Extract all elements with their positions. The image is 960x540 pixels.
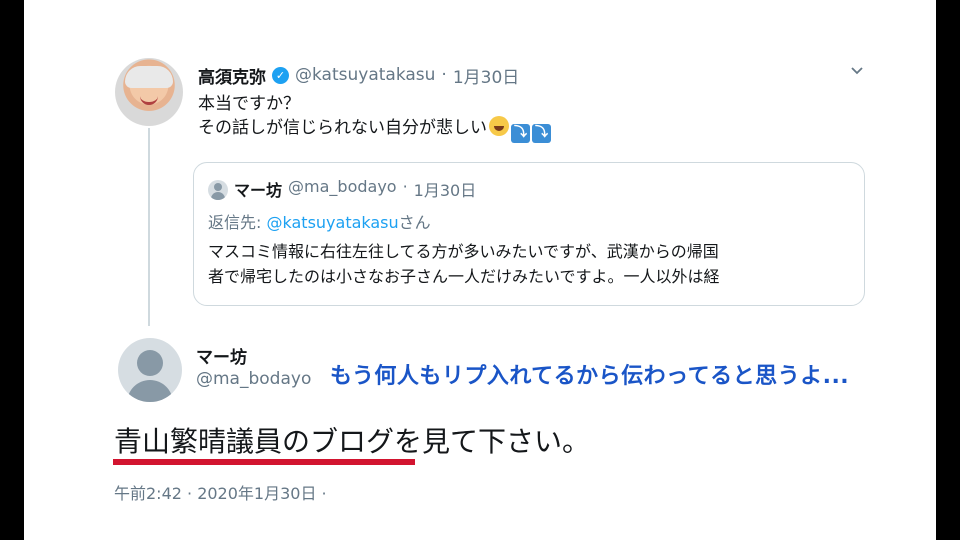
separator-dot: ·: [441, 65, 447, 85]
tweet-screenshot-frame: 高須克弥 ✓ @katsuyatakasu · 1月30日 本当ですか？ その話…: [24, 0, 936, 540]
user-handle[interactable]: @katsuyatakasu: [295, 65, 435, 85]
reply-prefix: 返信先:: [208, 213, 262, 232]
overlay-caption: もう何人もリプ入れてるから伝わってると思うよ...: [330, 364, 850, 389]
crying-face-emoji-icon: [489, 116, 509, 136]
separator-dot: ·: [402, 177, 408, 196]
original-tweet-text: 本当ですか？ その話しが信じられない自分が悲しい ⤵ ⤵: [198, 92, 551, 143]
quoted-tweet-header: マー坊 @ma_bodayo · 1月30日: [234, 177, 476, 201]
quoted-date: 1月30日: [413, 181, 477, 200]
display-name[interactable]: 高須克弥: [198, 63, 266, 88]
arrow-emoji-icon: ⤵: [532, 123, 551, 143]
reply-display-name[interactable]: マー坊: [196, 343, 247, 368]
reply-tweet-text: 青山繁晴議員のブログを見て下さい。: [114, 425, 591, 458]
quoted-tweet-text: マスコミ情報に右往左往してる方が多いみたいですが、武漢からの帰国 者で帰宅したの…: [208, 239, 720, 289]
reply-user-handle[interactable]: @ma_bodayo: [196, 369, 311, 389]
default-avatar-icon[interactable]: [118, 338, 182, 402]
tweet-timestamp[interactable]: 午前2:42 · 2020年1月30日 ·: [114, 480, 327, 504]
default-avatar-icon: [208, 180, 228, 200]
quoted-handle: @ma_bodayo: [288, 177, 397, 196]
replying-to-line: 返信先: @katsuyatakasuさん: [208, 209, 431, 233]
red-underline-annotation: [113, 459, 415, 465]
quoted-text-line1: マスコミ情報に右往左往してる方が多いみたいですが、武漢からの帰国: [208, 242, 719, 261]
tweet-text-line2: その話しが信じられない自分が悲しい: [198, 118, 487, 138]
reply-suffix: さん: [398, 213, 431, 232]
tweet-text-line1: 本当ですか？: [198, 94, 300, 114]
quoted-display-name: マー坊: [234, 181, 283, 200]
thread-line: [148, 128, 150, 326]
arrow-emoji-icon: ⤵: [511, 123, 530, 143]
original-tweet-header: 高須克弥 ✓ @katsuyatakasu · 1月30日: [198, 63, 519, 88]
verified-badge-icon: ✓: [272, 66, 289, 84]
chevron-down-icon[interactable]: [847, 62, 867, 82]
tweet-date[interactable]: 1月30日: [453, 63, 519, 88]
avatar-takasu[interactable]: [115, 58, 183, 126]
reply-handle-link[interactable]: @katsuyatakasu: [267, 213, 399, 232]
quoted-text-line2: 者で帰宅したのは小さなお子さん一人だけみたいですよ。一人以外は経: [208, 267, 720, 286]
quoted-tweet-card[interactable]: マー坊 @ma_bodayo · 1月30日 返信先: @katsuyataka…: [193, 162, 865, 306]
